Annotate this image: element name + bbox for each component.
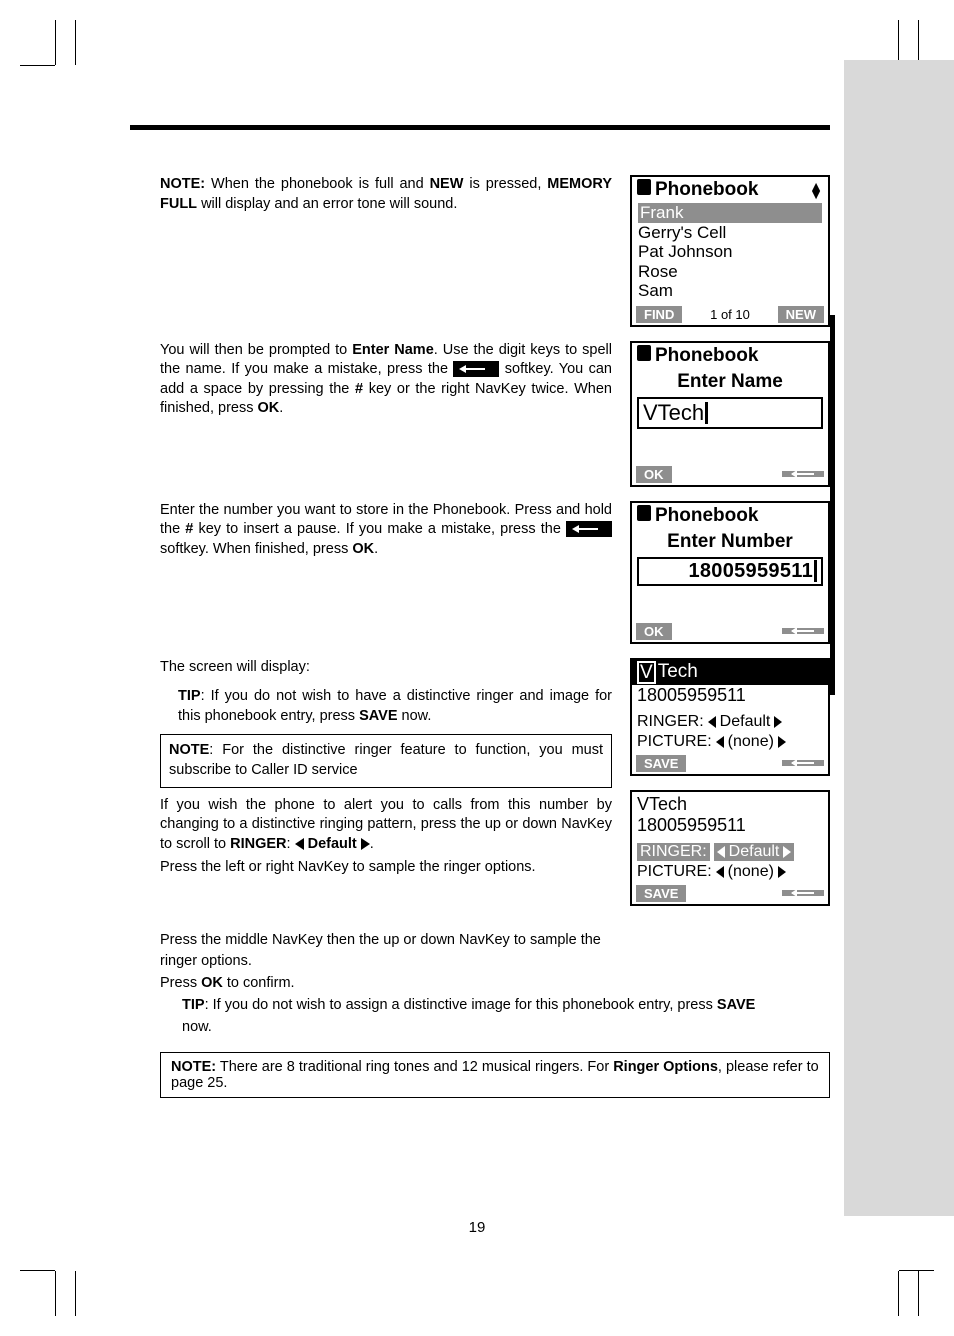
step2-paragraph: Enter the number you want to store in th… xyxy=(160,501,612,658)
backspace-icon xyxy=(453,361,499,377)
backspace-softkey[interactable] xyxy=(782,760,824,766)
right-triangle-icon xyxy=(361,838,370,850)
continuation-block: Press the middle NavKey then the up or d… xyxy=(160,930,830,1039)
new-softkey[interactable]: NEW xyxy=(778,306,824,323)
handset-icon xyxy=(637,345,651,361)
tip-paragraph: TIP: If you do not wish to have a distin… xyxy=(160,687,612,726)
phone-screen-entry-summary: VTech 18005959511 RINGER: Default PICTUR… xyxy=(630,658,830,776)
screen-subtitle: Enter Number xyxy=(632,529,828,555)
left-triangle-icon xyxy=(708,716,716,728)
step3-intro: The screen will display: xyxy=(160,658,612,678)
picture-row[interactable]: PICTURE: (none) xyxy=(632,862,828,882)
ringer-row[interactable]: RINGER: Default xyxy=(632,712,828,732)
number-input[interactable]: 18005959511 xyxy=(637,557,823,586)
phone-screen-enter-name: Phonebook Enter Name VTech OK xyxy=(630,341,830,487)
entry-name: VTech xyxy=(632,792,828,815)
list-item[interactable]: Rose xyxy=(638,262,822,282)
note-box: NOTE: For the distinctive ringer feature… xyxy=(160,734,612,787)
left-triangle-icon xyxy=(295,838,304,850)
entry-number: 18005959511 xyxy=(632,815,828,836)
wide-note-box: NOTE: There are 8 traditional ring tones… xyxy=(160,1052,830,1098)
list-counter: 1 of 10 xyxy=(710,307,750,322)
save-softkey[interactable]: SAVE xyxy=(636,755,686,772)
phone-screen-enter-number: Phonebook Enter Number 18005959511 OK xyxy=(630,501,830,644)
right-triangle-icon xyxy=(783,846,791,858)
step1-paragraph: You will then be prompted to Enter Name.… xyxy=(160,341,612,501)
name-input[interactable]: VTech xyxy=(637,397,823,429)
picture-row[interactable]: PICTURE: (none) xyxy=(632,732,828,752)
list-item[interactable]: Pat Johnson xyxy=(638,242,822,262)
right-triangle-icon xyxy=(778,736,786,748)
screen-subtitle: Enter Name xyxy=(632,369,828,395)
side-tab xyxy=(844,60,954,1216)
ringer-paragraph: If you wish the phone to alert you to ca… xyxy=(160,796,612,855)
phone-screen-list: Phonebook ▲▼ Frank Gerry's Cell Pat John… xyxy=(630,175,830,327)
left-triangle-icon xyxy=(716,736,724,748)
note-label: NOTE: xyxy=(160,176,205,192)
ok-softkey[interactable]: OK xyxy=(636,623,672,640)
header-rule xyxy=(130,125,830,130)
entry-number: 18005959511 xyxy=(632,685,828,706)
scroll-arrows-icon: ▲▼ xyxy=(809,182,823,199)
phone-screen-entry-summary-selected: VTech 18005959511 RINGER: Default PICTUR… xyxy=(630,790,830,906)
backspace-icon xyxy=(566,521,612,537)
right-triangle-icon xyxy=(774,716,782,728)
handset-icon xyxy=(637,179,651,195)
ringer-paragraph-2: Press the left or right NavKey to sample… xyxy=(160,858,612,878)
list-item[interactable]: Frank xyxy=(638,203,822,223)
backspace-softkey[interactable] xyxy=(782,628,824,634)
list-item[interactable]: Sam xyxy=(638,281,822,301)
list-item[interactable]: Gerry's Cell xyxy=(638,223,822,243)
save-softkey[interactable]: SAVE xyxy=(636,885,686,902)
right-triangle-icon xyxy=(778,866,786,878)
ok-softkey[interactable]: OK xyxy=(636,466,672,483)
ringer-row-selected[interactable]: RINGER: Default xyxy=(632,842,828,862)
note-paragraph: NOTE: When the phonebook is full and NEW… xyxy=(160,175,612,341)
left-triangle-icon xyxy=(716,866,724,878)
find-softkey[interactable]: FIND xyxy=(636,306,682,323)
page-number: 19 xyxy=(0,1219,954,1236)
backspace-softkey[interactable] xyxy=(782,890,824,896)
backspace-softkey[interactable] xyxy=(782,471,824,477)
left-triangle-icon xyxy=(717,846,725,858)
side-rule xyxy=(830,315,835,695)
handset-icon xyxy=(637,505,651,521)
